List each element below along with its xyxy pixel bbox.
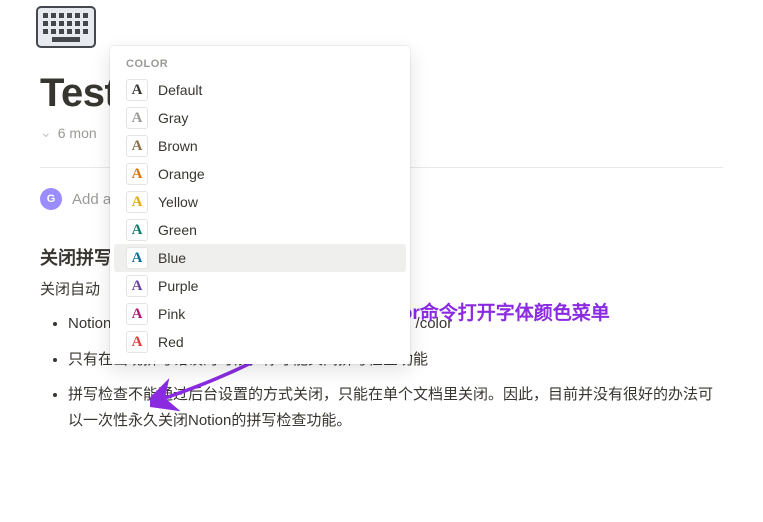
color-swatch-icon: A <box>126 219 148 241</box>
color-option-label: Purple <box>158 278 198 294</box>
color-option-label: Orange <box>158 166 205 182</box>
add-placeholder: Add a <box>72 191 111 208</box>
color-option-label: Yellow <box>158 194 198 210</box>
color-option-brown[interactable]: A Brown <box>114 132 406 160</box>
color-swatch-icon: A <box>126 107 148 129</box>
color-option-label: Blue <box>158 250 186 266</box>
color-option-blue[interactable]: A Blue <box>114 244 406 272</box>
color-option-red[interactable]: A Red <box>114 328 406 356</box>
color-option-gray[interactable]: A Gray <box>114 104 406 132</box>
color-swatch-icon: A <box>126 303 148 325</box>
avatar: G <box>40 188 62 210</box>
color-swatch-icon: A <box>126 275 148 297</box>
color-swatch-icon: A <box>126 247 148 269</box>
list-item[interactable]: 拼写检查不能通过后台设置的方式关闭，只能在单个文档里关闭。因此，目前并没有很好的… <box>68 382 723 433</box>
color-option-label: Green <box>158 222 197 238</box>
meta-text: 6 mon <box>58 125 97 141</box>
color-swatch-icon: A <box>126 163 148 185</box>
color-swatch-icon: A <box>126 135 148 157</box>
color-option-yellow[interactable]: A Yellow <box>114 188 406 216</box>
color-option-label: Gray <box>158 110 188 126</box>
color-swatch-icon: A <box>126 79 148 101</box>
color-option-green[interactable]: A Green <box>114 216 406 244</box>
color-option-label: Pink <box>158 306 185 322</box>
color-option-default[interactable]: A Default <box>114 76 406 104</box>
popover-header: COLOR <box>114 56 406 76</box>
color-option-label: Red <box>158 334 184 350</box>
color-option-purple[interactable]: A Purple <box>114 272 406 300</box>
color-picker-popover: COLOR ADefaultAGrayABrownAOrangeAYellowA… <box>110 46 410 364</box>
chevron-down-icon: ⌄ <box>40 124 52 141</box>
color-swatch-icon: A <box>126 191 148 213</box>
color-option-pink[interactable]: A Pink <box>114 300 406 328</box>
color-option-label: Default <box>158 82 202 98</box>
color-swatch-icon: A <box>126 331 148 353</box>
color-option-orange[interactable]: A Orange <box>114 160 406 188</box>
color-option-label: Brown <box>158 138 198 154</box>
